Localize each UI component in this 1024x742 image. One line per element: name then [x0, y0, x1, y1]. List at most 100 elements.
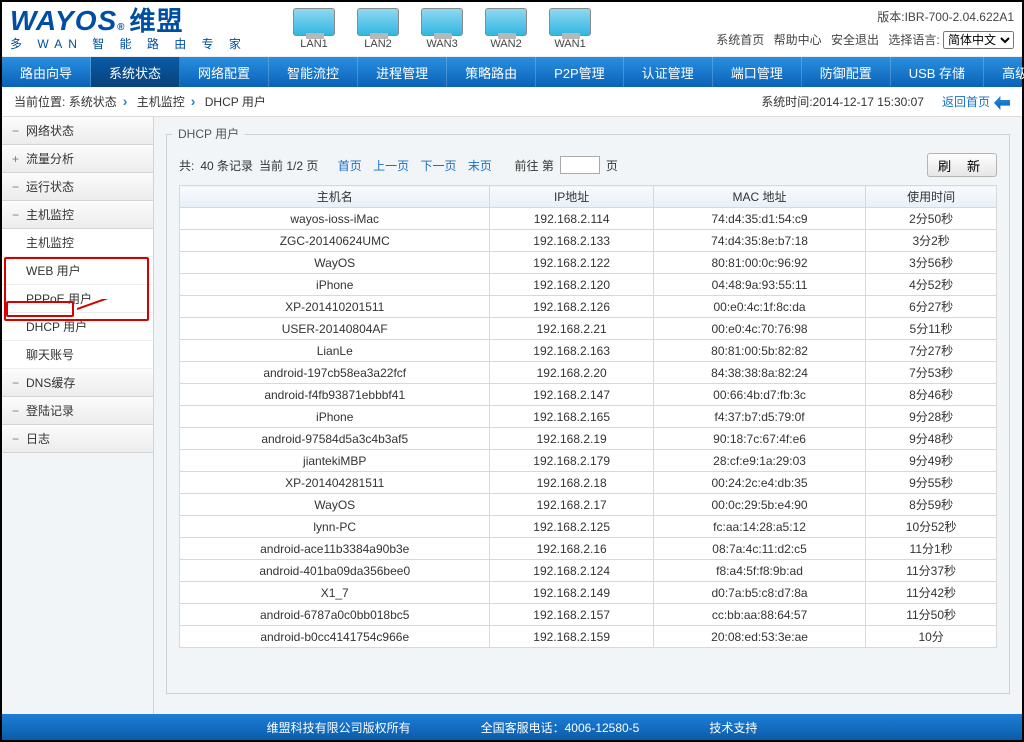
nav-tab[interactable]: 高级配置 [984, 57, 1024, 87]
nav-tab[interactable]: 系统状态 [91, 57, 180, 87]
version-line: 版本:IBR-700-2.04.622A1 [716, 6, 1014, 29]
table-row: WayOS192.168.2.12280:81:00:0c:96:923分56秒 [180, 252, 997, 274]
sidebar-sub-item[interactable]: 聊天账号 [2, 341, 153, 369]
nav-tab[interactable]: 防御配置 [802, 57, 891, 87]
table-cell: 5分11秒 [866, 318, 997, 340]
pager-prefix: 共: [179, 157, 194, 174]
expand-icon: − [12, 124, 26, 138]
table-header-row: 主机名IP地址MAC 地址使用时间 [180, 186, 997, 208]
table-cell: 192.168.2.179 [490, 450, 653, 472]
lang-label: 选择语言: [888, 33, 939, 47]
nav-tab[interactable]: 策略路由 [447, 57, 536, 87]
sidebar-item[interactable]: −日志 [2, 425, 153, 453]
link-help-center[interactable]: 帮助中心 [774, 33, 822, 47]
table-row: iPhone192.168.2.12004:48:9a:93:55:114分52… [180, 274, 997, 296]
sidebar-sub-item[interactable]: DHCP 用户 [2, 313, 153, 341]
table-cell: 192.168.2.125 [490, 516, 653, 538]
sidebar-item[interactable]: −登陆记录 [2, 397, 153, 425]
sidebar: −网络状态+流量分析−运行状态−主机监控主机监控WEB 用户PPPoE 用户DH… [2, 117, 154, 714]
sidebar-item[interactable]: −主机监控 [2, 201, 153, 229]
table-row: wayos-ioss-iMac192.168.2.11474:d4:35:d1:… [180, 208, 997, 230]
table-cell: 00:e0:4c:1f:8c:da [653, 296, 865, 318]
nav-tab[interactable]: USB 存储 [891, 57, 984, 87]
sidebar-sub-item[interactable]: PPPoE 用户 [2, 285, 153, 313]
nav-tab[interactable]: 路由向导 [2, 57, 91, 87]
table-cell: d0:7a:b5:c8:d7:8a [653, 582, 865, 604]
table-cell: 192.168.2.126 [490, 296, 653, 318]
table-cell: 8分46秒 [866, 384, 997, 406]
table-cell: 74:d4:35:8e:b7:18 [653, 230, 865, 252]
table-cell: jiantekiMBP [180, 450, 490, 472]
pager-page: 当前 1/2 页 [259, 157, 318, 174]
sidebar-item[interactable]: −网络状态 [2, 117, 153, 145]
back-home-link[interactable]: 返回首页 [942, 93, 1010, 110]
sidebar-item-label: 网络状态 [26, 122, 74, 139]
table-cell: 00:24:2c:e4:db:35 [653, 472, 865, 494]
expand-icon: − [12, 404, 26, 418]
link-safe-exit[interactable]: 安全退出 [831, 33, 879, 47]
table-header-cell: 使用时间 [866, 186, 997, 208]
table-cell: 2分50秒 [866, 208, 997, 230]
table-row: lynn-PC192.168.2.125fc:aa:14:28:a5:1210分… [180, 516, 997, 538]
pager-prev[interactable]: 上一页 [373, 159, 409, 173]
footer-copyright: 维盟科技有限公司版权所有 [267, 719, 411, 736]
table-cell: fc:aa:14:28:a5:12 [653, 516, 865, 538]
expand-icon: − [12, 432, 26, 446]
table-cell: 192.168.2.114 [490, 208, 653, 230]
nav-tab[interactable]: 端口管理 [713, 57, 802, 87]
table-cell: 11分50秒 [866, 604, 997, 626]
monitor-icon [357, 8, 399, 36]
lang-select[interactable]: 简体中文 [943, 31, 1014, 49]
table-cell: android-401ba09da356bee0 [180, 560, 490, 582]
pager-goto-input[interactable] [560, 156, 600, 174]
table-cell: 80:81:00:0c:96:92 [653, 252, 865, 274]
sidebar-item[interactable]: −运行状态 [2, 173, 153, 201]
wan-indicator: LAN2 [357, 8, 399, 50]
back-home-label: 返回首页 [942, 95, 990, 109]
wan-indicator: LAN1 [293, 8, 335, 50]
sidebar-sub-item[interactable]: 主机监控 [2, 229, 153, 257]
pager-next[interactable]: 下一页 [420, 159, 456, 173]
sidebar-sub-item[interactable]: WEB 用户 [2, 257, 153, 285]
table-cell: 9分48秒 [866, 428, 997, 450]
dhcp-table: 主机名IP地址MAC 地址使用时间 wayos-ioss-iMac192.168… [179, 185, 997, 648]
table-cell: 192.168.2.21 [490, 318, 653, 340]
refresh-button[interactable]: 刷 新 [927, 153, 997, 177]
panel: 共: 40 条记录 当前 1/2 页 首页 上一页 下一页 末页 前往 第 页 … [166, 134, 1010, 694]
version-value: IBR-700-2.04.622A1 [905, 10, 1014, 24]
table-cell: 00:0c:29:5b:e4:90 [653, 494, 865, 516]
table-cell: 192.168.2.133 [490, 230, 653, 252]
nav-tab[interactable]: P2P管理 [536, 57, 624, 87]
footer-support[interactable]: 技术支持 [709, 719, 757, 736]
table-row: XP-201404281511192.168.2.1800:24:2c:e4:d… [180, 472, 997, 494]
table-cell: 11分37秒 [866, 560, 997, 582]
table-cell: 192.168.2.16 [490, 538, 653, 560]
nav-tab[interactable]: 进程管理 [358, 57, 447, 87]
table-row: XP-201410201511192.168.2.12600:e0:4c:1f:… [180, 296, 997, 318]
logo-subtitle: 多 WAN 智 能 路 由 专 家 [10, 35, 275, 52]
sidebar-item-label: 流量分析 [26, 150, 74, 167]
table-cell: 80:81:00:5b:82:82 [653, 340, 865, 362]
sidebar-item-label: 登陆记录 [26, 402, 74, 419]
table-cell: 192.168.2.17 [490, 494, 653, 516]
table-cell: lynn-PC [180, 516, 490, 538]
footer-hotline: 全国客服电话：4006-12580-5 [481, 719, 640, 736]
table-cell: 9分28秒 [866, 406, 997, 428]
nav-tab[interactable]: 智能流控 [269, 57, 358, 87]
table-row: android-6787a0c0bb018bc5192.168.2.157cc:… [180, 604, 997, 626]
expand-icon: − [12, 208, 26, 222]
pager-count: 40 条记录 [200, 157, 253, 174]
sidebar-item-label: 运行状态 [26, 178, 74, 195]
pager-first[interactable]: 首页 [338, 159, 362, 173]
table-cell: 9分49秒 [866, 450, 997, 472]
link-system-home[interactable]: 系统首页 [716, 33, 764, 47]
pager-last[interactable]: 末页 [468, 159, 492, 173]
table-cell: 00:e0:4c:70:76:98 [653, 318, 865, 340]
nav-tab[interactable]: 网络配置 [180, 57, 269, 87]
table-row: jiantekiMBP192.168.2.17928:cf:e9:1a:29:0… [180, 450, 997, 472]
nav-tab[interactable]: 认证管理 [624, 57, 713, 87]
sidebar-item[interactable]: +流量分析 [2, 145, 153, 173]
body: −网络状态+流量分析−运行状态−主机监控主机监控WEB 用户PPPoE 用户DH… [2, 117, 1022, 714]
table-cell: 192.168.2.159 [490, 626, 653, 648]
sidebar-item[interactable]: −DNS缓存 [2, 369, 153, 397]
